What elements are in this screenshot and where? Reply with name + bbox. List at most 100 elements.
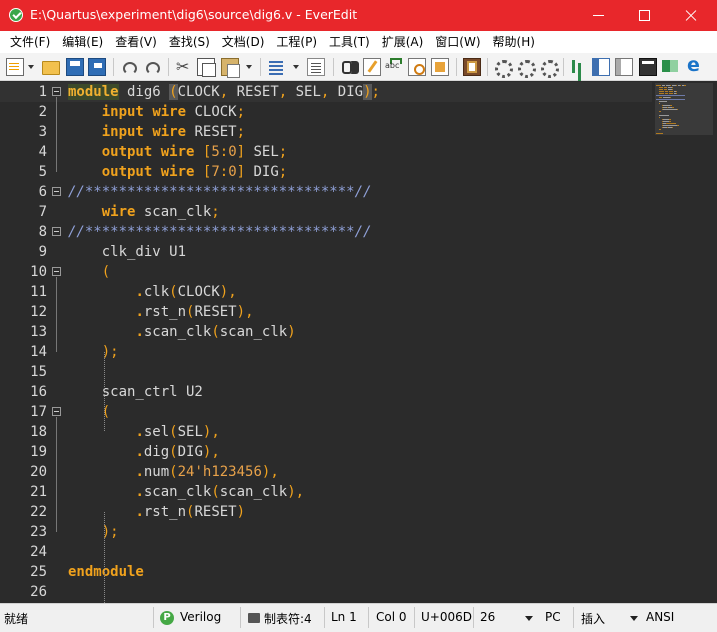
- code-line[interactable]: 16 scan_ctrl U2: [0, 382, 652, 402]
- menu-document[interactable]: 文档(D): [216, 31, 271, 53]
- code-line[interactable]: 5 output wire [7:0] DIG;: [0, 162, 652, 182]
- code-line[interactable]: 15: [0, 362, 652, 382]
- fold-toggle-icon[interactable]: [52, 87, 61, 96]
- menu-edit[interactable]: 编辑(E): [56, 31, 109, 53]
- terminal-icon[interactable]: [639, 58, 657, 76]
- new-file-dropdown-icon[interactable]: [28, 65, 34, 69]
- save-all-icon[interactable]: [88, 58, 106, 76]
- status-tab-size[interactable]: 制表符:4: [264, 610, 312, 627]
- redo-icon[interactable]: [143, 58, 161, 76]
- menu-project[interactable]: 工程(P): [270, 31, 323, 53]
- minimap-stroke: [656, 99, 685, 100]
- code-line[interactable]: 24: [0, 542, 652, 562]
- menu-search[interactable]: 查找(S): [163, 31, 216, 53]
- status-language[interactable]: Verilog: [180, 610, 221, 624]
- code-line[interactable]: 22 .rst_n(RESET): [0, 502, 652, 522]
- code-line[interactable]: 4 output wire [5:0] SEL;: [0, 142, 652, 162]
- code-line[interactable]: 19 .dig(DIG),: [0, 442, 652, 462]
- fold-toggle-icon[interactable]: [52, 227, 61, 236]
- line-number: 5: [38, 164, 47, 180]
- status-line[interactable]: Ln 1: [331, 610, 357, 624]
- code-text: );: [101, 344, 119, 360]
- snippets-icon[interactable]: [662, 58, 680, 76]
- sidebar-panel-icon[interactable]: [592, 58, 610, 76]
- line-number: 1: [38, 84, 47, 100]
- fold-range-line: [56, 97, 57, 172]
- code-line[interactable]: 1 module dig6 (CLOCK, RESET, SEL, DIG);: [0, 82, 652, 102]
- minimap-stroke: [660, 111, 661, 112]
- copy-icon[interactable]: [197, 58, 216, 77]
- menu-window[interactable]: 窗口(W): [429, 31, 486, 53]
- word-wrap-icon[interactable]: [267, 58, 285, 76]
- status-line-ending[interactable]: PC: [545, 610, 561, 624]
- code-line[interactable]: 14 );: [0, 342, 652, 362]
- line-number: 9: [38, 244, 47, 260]
- status-separator: [473, 607, 474, 628]
- minimize-button[interactable]: [576, 0, 622, 31]
- everedit-app-icon[interactable]: [9, 8, 23, 22]
- maximize-button[interactable]: [622, 0, 668, 31]
- find-in-files-icon[interactable]: [408, 58, 426, 76]
- word-wrap-dropdown-icon[interactable]: [293, 65, 299, 69]
- encoding-dropdown-icon[interactable]: [630, 616, 638, 621]
- code-line[interactable]: 25 endmodule: [0, 562, 652, 582]
- code-text: .scan_clk(scan_clk): [135, 324, 296, 340]
- file-icon[interactable]: [431, 58, 449, 76]
- code-line[interactable]: 7 wire scan_clk;: [0, 202, 652, 222]
- code-line[interactable]: 10 (: [0, 262, 652, 282]
- code-line[interactable]: 11 .clk(CLOCK),: [0, 282, 652, 302]
- code-line[interactable]: 20 .num(24'h123456),: [0, 462, 652, 482]
- code-line[interactable]: 17 (: [0, 402, 652, 422]
- replace-icon[interactable]: [385, 58, 403, 76]
- fold-toggle-icon[interactable]: [52, 407, 61, 416]
- find-icon[interactable]: [340, 58, 358, 76]
- menu-tools[interactable]: 工具(T): [323, 31, 376, 53]
- project-tree-icon[interactable]: [569, 58, 587, 76]
- status-insert-mode[interactable]: 插入: [581, 610, 605, 627]
- macro-record-icon[interactable]: [493, 58, 513, 78]
- minimap-stroke: [675, 123, 677, 124]
- minimap-stroke: [659, 117, 661, 118]
- line-numbers-icon[interactable]: [307, 58, 325, 76]
- open-folder-icon[interactable]: [42, 61, 60, 75]
- code-line[interactable]: 23 );: [0, 522, 652, 542]
- new-file-icon[interactable]: [6, 58, 24, 76]
- code-line[interactable]: 26: [0, 582, 652, 602]
- code-line[interactable]: 3 input wire RESET;: [0, 122, 652, 142]
- save-icon[interactable]: [66, 58, 84, 76]
- code-line[interactable]: 6 //********************************//: [0, 182, 652, 202]
- macro-play-icon[interactable]: [516, 58, 536, 78]
- code-line[interactable]: 2 input wire CLOCK;: [0, 102, 652, 122]
- menu-extensions[interactable]: 扩展(A): [376, 31, 430, 53]
- settings-icon[interactable]: [539, 58, 559, 78]
- fold-toggle-icon[interactable]: [52, 187, 61, 196]
- minimap[interactable]: [652, 81, 717, 603]
- line-number: 21: [30, 484, 47, 500]
- menu-file[interactable]: 文件(F): [4, 31, 56, 53]
- output-panel-icon[interactable]: [615, 58, 633, 76]
- cut-icon[interactable]: [175, 57, 193, 76]
- close-button[interactable]: [668, 0, 714, 31]
- line-number: 7: [38, 204, 47, 220]
- bookmark-icon[interactable]: [463, 58, 481, 76]
- code-line[interactable]: 18 .sel(SEL),: [0, 422, 652, 442]
- paste-icon[interactable]: [221, 58, 240, 78]
- menu-help[interactable]: 帮助(H): [487, 31, 541, 53]
- menu-view[interactable]: 查看(V): [109, 31, 163, 53]
- status-separator: [324, 607, 325, 628]
- title-bar: E:\Quartus\experiment\dig6\source\dig6.v…: [0, 0, 717, 31]
- paste-dropdown-icon[interactable]: [246, 65, 252, 69]
- code-line[interactable]: 12 .rst_n(RESET),: [0, 302, 652, 322]
- browser-preview-icon[interactable]: [685, 54, 703, 76]
- undo-icon[interactable]: [120, 58, 138, 76]
- code-editor[interactable]: 1 module dig6 (CLOCK, RESET, SEL, DIG); 2 …: [0, 81, 717, 603]
- code-line[interactable]: 21 .scan_clk(scan_clk),: [0, 482, 652, 502]
- line-ending-dropdown-icon[interactable]: [525, 616, 533, 621]
- code-line[interactable]: 9 clk_div U1: [0, 242, 652, 262]
- status-column[interactable]: Col 0: [376, 610, 407, 624]
- code-line[interactable]: 13 .scan_clk(scan_clk): [0, 322, 652, 342]
- edit-icon[interactable]: [363, 58, 381, 76]
- fold-toggle-icon[interactable]: [52, 267, 61, 276]
- code-line[interactable]: 8 //********************************//: [0, 222, 652, 242]
- status-encoding[interactable]: ANSI: [646, 610, 674, 624]
